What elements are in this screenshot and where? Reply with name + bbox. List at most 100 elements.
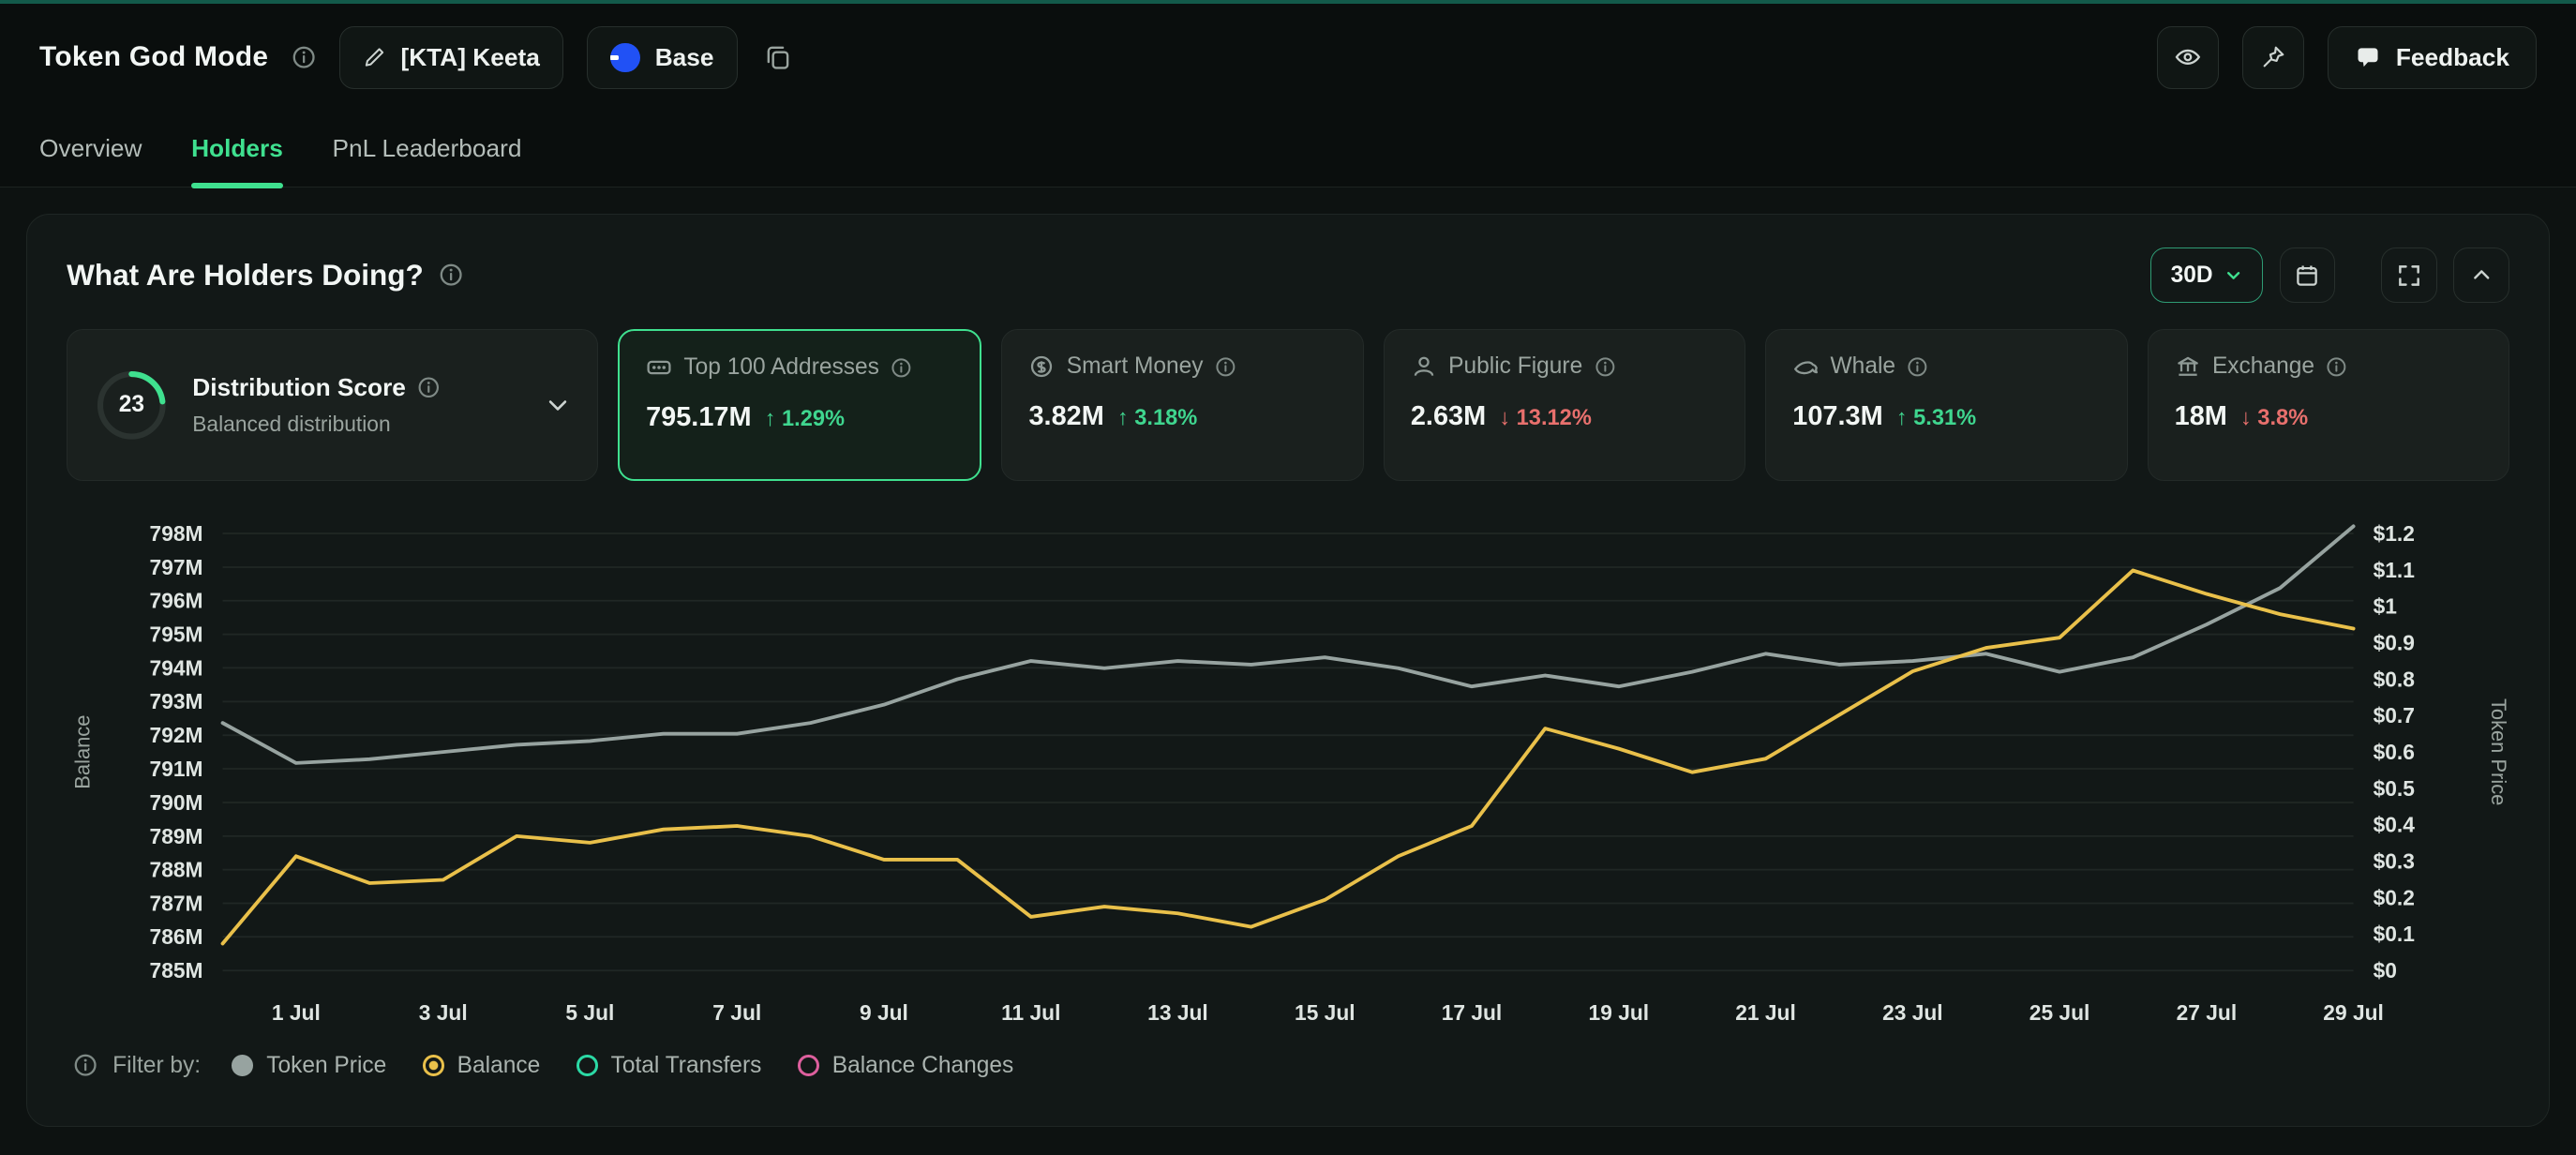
stat-card-exchange[interactable]: Exchange 18M ↓ 3.8% (2148, 329, 2509, 480)
legend-items: Token Price Balance Total Transfers Balance… (232, 1053, 1013, 1079)
calendar-icon (2294, 262, 2320, 289)
stat-value: 107.3M (1792, 401, 1882, 432)
distribution-score-label: Distribution Score (192, 373, 406, 402)
legend-swatch (232, 1055, 253, 1076)
distribution-score-value: 23 (94, 368, 170, 443)
svg-text:$1.2: $1.2 (2374, 521, 2415, 546)
stat-change: ↑ 5.31% (1896, 406, 1976, 431)
trend-arrow: ↑ (1117, 406, 1129, 430)
svg-text:$0.6: $0.6 (2374, 740, 2415, 764)
info-icon[interactable] (891, 357, 912, 379)
info-icon[interactable] (73, 1053, 97, 1077)
stat-cards-row: 23 Distribution Score Balanced distribut… (67, 329, 2509, 480)
trend-arrow: ↓ (1499, 406, 1510, 430)
timeframe-value: 30D (2171, 262, 2213, 289)
tab-pnl-leaderboard[interactable]: PnL Leaderboard (332, 112, 521, 187)
legend-label: Total Transfers (611, 1053, 762, 1079)
info-icon[interactable] (1907, 356, 1928, 378)
trend-arrow: ↑ (1896, 406, 1908, 430)
stat-change: ↑ 1.29% (765, 407, 845, 432)
distribution-score-subtitle: Balanced distribution (192, 412, 440, 437)
svg-text:791M: 791M (150, 757, 203, 781)
tab-holders[interactable]: Holders (191, 112, 283, 187)
pencil-icon (363, 46, 386, 69)
svg-text:795M: 795M (150, 622, 203, 646)
distribution-score-card[interactable]: 23 Distribution Score Balanced distribut… (67, 329, 598, 480)
svg-text:793M: 793M (150, 689, 203, 713)
chain-selector-badge[interactable]: Base (587, 26, 738, 89)
stat-card-top-100-addresses[interactable]: Top 100 Addresses 795.17M ↑ 1.29% (618, 329, 981, 480)
legend-item-total-transfers[interactable]: Total Transfers (577, 1053, 762, 1079)
svg-text:$0.1: $0.1 (2374, 922, 2416, 946)
info-icon[interactable] (292, 45, 316, 69)
svg-text:789M: 789M (150, 823, 203, 848)
stat-card-public-figure[interactable]: Public Figure 2.63M ↓ 13.12% (1384, 329, 1745, 480)
svg-text:$0.8: $0.8 (2374, 667, 2415, 691)
chevron-down-icon (2224, 266, 2242, 284)
svg-text:Balance: Balance (71, 714, 95, 788)
stat-value: 3.82M (1028, 401, 1103, 432)
chevron-down-icon[interactable] (545, 392, 571, 418)
svg-text:25 Jul: 25 Jul (2029, 1000, 2090, 1025)
svg-text:19 Jul: 19 Jul (1589, 1000, 1650, 1025)
legend-swatch (577, 1055, 598, 1076)
svg-text:29 Jul: 29 Jul (2323, 1000, 2384, 1025)
legend-swatch (423, 1055, 444, 1076)
legend-label: Token Price (266, 1053, 386, 1079)
svg-text:$0.7: $0.7 (2374, 703, 2415, 728)
timeframe-dropdown[interactable]: 30D (2150, 248, 2264, 304)
panel-title: What Are Holders Doing? (67, 258, 424, 292)
page-title: Token God Mode (39, 41, 268, 73)
legend-item-balance-changes[interactable]: Balance Changes (798, 1053, 1013, 1079)
holders-panel: What Are Holders Doing? 30D (26, 214, 2550, 1127)
svg-text:7 Jul: 7 Jul (712, 1000, 761, 1025)
pin-icon (2260, 44, 2286, 70)
stat-value: 795.17M (646, 402, 752, 433)
pin-button[interactable] (2242, 26, 2305, 89)
feedback-bubble-icon (2355, 44, 2381, 70)
stat-label: Public Figure (1448, 353, 1582, 380)
token-god-mode-page: Token God Mode [KTA] Keeta Base (0, 0, 2576, 1155)
section-tabs: Overview Holders PnL Leaderboard (0, 112, 2576, 188)
legend-item-token-price[interactable]: Token Price (232, 1053, 386, 1079)
panel-controls: 30D (2150, 248, 2509, 304)
panel-header: What Are Holders Doing? 30D (67, 248, 2509, 304)
info-icon[interactable] (417, 376, 441, 399)
stat-label: Top 100 Addresses (683, 354, 879, 381)
stat-card-smart-money[interactable]: Smart Money 3.82M ↑ 3.18% (1001, 329, 1363, 480)
distribution-score-gauge: 23 (94, 368, 170, 443)
svg-text:21 Jul: 21 Jul (1735, 1000, 1796, 1025)
token-selector-badge[interactable]: [KTA] Keeta (339, 26, 564, 89)
info-icon[interactable] (1215, 356, 1236, 378)
feedback-button[interactable]: Feedback (2328, 26, 2537, 89)
stat-card-whale[interactable]: Whale 107.3M ↑ 5.31% (1765, 329, 2127, 480)
app-header: Token God Mode [KTA] Keeta Base (0, 4, 2576, 112)
calendar-button[interactable] (2280, 248, 2336, 304)
info-icon[interactable] (439, 262, 463, 287)
svg-text:15 Jul: 15 Jul (1295, 1000, 1355, 1025)
stat-value: 2.63M (1411, 401, 1486, 432)
svg-text:27 Jul: 27 Jul (2177, 1000, 2238, 1025)
svg-text:9 Jul: 9 Jul (860, 1000, 908, 1025)
svg-text:1 Jul: 1 Jul (272, 1000, 321, 1025)
holders-balance-chart[interactable]: 798M797M796M795M794M793M792M791M790M789M… (67, 501, 2509, 1049)
svg-text:797M: 797M (150, 555, 203, 579)
svg-text:11 Jul: 11 Jul (1001, 1000, 1060, 1025)
fullscreen-icon (2396, 262, 2422, 289)
public-figure-icon (1411, 353, 1437, 380)
smart-money-icon (1028, 353, 1055, 380)
tab-overview[interactable]: Overview (39, 112, 142, 187)
legend-item-balance[interactable]: Balance (423, 1053, 540, 1079)
info-icon[interactable] (2326, 356, 2347, 378)
watch-button[interactable] (2157, 26, 2220, 89)
copy-address-icon[interactable] (764, 43, 792, 71)
svg-text:790M: 790M (150, 790, 203, 815)
info-icon[interactable] (1595, 356, 1616, 378)
svg-text:3 Jul: 3 Jul (419, 1000, 468, 1025)
stat-label: Whale (1831, 353, 1896, 380)
svg-text:796M: 796M (150, 588, 203, 612)
collapse-button[interactable] (2453, 248, 2509, 304)
chart-canvas: 798M797M796M795M794M793M792M791M790M789M… (67, 501, 2511, 1042)
token-badge-label: [KTA] Keeta (400, 43, 539, 72)
fullscreen-button[interactable] (2381, 248, 2437, 304)
